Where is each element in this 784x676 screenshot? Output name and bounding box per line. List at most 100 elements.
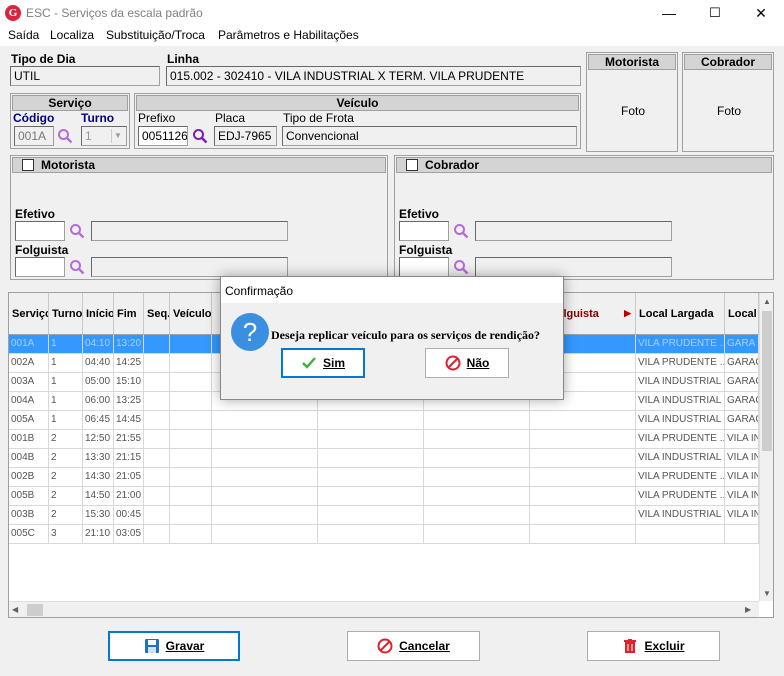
motorista-checkbox[interactable] <box>22 159 34 171</box>
table-cell: 04:10 <box>83 335 114 354</box>
table-cell <box>424 487 530 506</box>
cobrador-efetivo-label: Efetivo <box>399 207 440 221</box>
frota-field[interactable]: Convencional <box>282 126 577 146</box>
table-cell <box>170 525 212 544</box>
grid-header-5[interactable]: Veículo <box>170 293 212 335</box>
maximize-button[interactable]: ☐ <box>692 0 738 26</box>
cobrador-folguista-field[interactable] <box>399 257 449 277</box>
table-cell <box>144 354 170 373</box>
table-cell: GARAG <box>725 354 759 373</box>
grid-header-11[interactable]: Local <box>725 293 759 335</box>
motorista-foto: Foto <box>621 104 646 118</box>
scroll-right-icon[interactable]: ▶ <box>745 605 751 614</box>
placa-field[interactable]: EDJ-7965 <box>214 126 277 146</box>
grid-header-4[interactable]: Seq. <box>144 293 170 335</box>
table-cell <box>170 411 212 430</box>
gravar-button[interactable]: Gravar <box>108 631 240 661</box>
prefixo-field[interactable]: 0051126 <box>138 126 188 146</box>
table-cell <box>318 487 424 506</box>
table-cell: VILA INDUSTRIAL <box>636 373 725 392</box>
prefixo-search-icon[interactable] <box>192 128 208 144</box>
table-row[interactable]: 005A106:4514:45 VILA INDUSTRIALGARAG <box>9 411 759 430</box>
menu-localiza[interactable]: Localiza <box>50 28 94 42</box>
table-cell <box>170 373 212 392</box>
table-cell <box>144 506 170 525</box>
table-cell: 14:30 <box>83 468 114 487</box>
cobrador-efetivo-search-icon[interactable] <box>453 223 469 239</box>
table-cell: 2 <box>49 468 83 487</box>
table-cell: 15:10 <box>114 373 144 392</box>
menu-substituicao-troca[interactable]: Substituição/Troca <box>106 28 205 42</box>
grid-header-2[interactable]: Início <box>83 293 114 335</box>
cobrador-folguista-search-icon[interactable] <box>453 259 469 275</box>
table-cell: 001B <box>9 430 49 449</box>
table-cell <box>144 449 170 468</box>
motorista-folguista-field[interactable] <box>15 257 65 277</box>
excluir-button[interactable]: Excluir <box>587 631 720 661</box>
minimize-button[interactable]: — <box>646 0 692 26</box>
table-cell: GARAG <box>725 392 759 411</box>
table-cell: 21:15 <box>114 449 144 468</box>
linha-field[interactable]: 015.002 - 302410 - VILA INDUSTRIAL X TER… <box>166 66 581 86</box>
sim-button[interactable]: Sim <box>281 348 365 378</box>
motorista-efetivo-field[interactable] <box>15 221 65 241</box>
grid-header-3[interactable]: Fim <box>114 293 144 335</box>
table-cell <box>318 449 424 468</box>
cancelar-button[interactable]: Cancelar <box>347 631 480 661</box>
app-logo-icon: G <box>5 5 21 21</box>
scrollbar-thumb[interactable] <box>762 311 772 451</box>
cobrador-checkbox[interactable] <box>406 159 418 171</box>
table-row[interactable]: 005B 2 14:50 21:00 VILA PRUDENTE ... VILA IN <box>9 487 759 506</box>
menu-parametros-habilitacoes[interactable]: Parâmetros e Habilitações <box>218 28 359 42</box>
servico-title: Serviço <box>12 95 128 111</box>
horizontal-scrollbar[interactable]: ◀ ▶ <box>9 601 759 617</box>
table-cell: 13:30 <box>83 449 114 468</box>
table-cell <box>212 430 318 449</box>
table-cell: VILA IN <box>725 487 759 506</box>
cobrador-efetivo-field[interactable] <box>399 221 449 241</box>
table-cell: 1 <box>49 335 83 354</box>
cancelar-label: Cancelar <box>399 639 450 653</box>
table-row[interactable]: 005C 3 21:10 03:05 <box>9 525 759 544</box>
table-cell: 002A <box>9 354 49 373</box>
table-cell: 005B <box>9 487 49 506</box>
table-cell: 14:50 <box>83 487 114 506</box>
table-cell <box>318 411 424 430</box>
table-row[interactable]: 003B 2 15:30 00:45 VILA INDUSTRIAL VILA IN <box>9 506 759 525</box>
tipo-dia-field[interactable]: UTIL <box>10 66 160 86</box>
table-cell: 14:25 <box>114 354 144 373</box>
grid-header-10[interactable]: Local Largada <box>636 293 725 335</box>
table-cell: 21:05 <box>114 468 144 487</box>
codigo-field[interactable]: 001A <box>14 126 54 146</box>
table-cell: 1 <box>49 373 83 392</box>
table-cell: 14:45 <box>114 411 144 430</box>
table-cell: 04:40 <box>83 354 114 373</box>
table-cell: VILA PRUDENTE ... <box>636 468 725 487</box>
table-row[interactable]: 001B 2 12:50 21:55 VILA PRUDENTE ... VILA IN <box>9 430 759 449</box>
scroll-up-icon[interactable]: ▲ <box>763 297 771 306</box>
motorista-efetivo-search-icon[interactable] <box>69 223 85 239</box>
motorista-folguista-search-icon[interactable] <box>69 259 85 275</box>
scroll-left-icon[interactable]: ◀ <box>12 605 18 614</box>
table-cell: VILA INDUSTRIAL <box>636 392 725 411</box>
grid-header-1[interactable]: Turno <box>49 293 83 335</box>
turno-select[interactable]: 1 ▼ <box>81 126 127 146</box>
table-cell <box>144 411 170 430</box>
table-row[interactable]: 002B 2 14:30 21:05 VILA PRUDENTE ... VILA IN <box>9 468 759 487</box>
grid-header-0[interactable]: Serviço <box>9 293 49 335</box>
table-cell <box>170 506 212 525</box>
table-cell: 1 <box>49 392 83 411</box>
codigo-search-icon[interactable] <box>57 128 73 144</box>
close-button[interactable]: ✕ <box>738 0 784 26</box>
motorista-group-title: Motorista <box>12 157 386 173</box>
nao-button[interactable]: Não <box>425 348 509 378</box>
vertical-scrollbar[interactable]: ▲ ▼ <box>759 293 773 601</box>
table-cell: 3 <box>49 525 83 544</box>
menu-saida[interactable]: Saída <box>8 28 39 42</box>
table-cell: 00:45 <box>114 506 144 525</box>
scroll-down-icon[interactable]: ▼ <box>763 589 771 598</box>
table-cell: 2 <box>49 487 83 506</box>
hscrollbar-thumb[interactable] <box>27 604 43 616</box>
table-row[interactable]: 004B 2 13:30 21:15 VILA INDUSTRIAL VILA IN <box>9 449 759 468</box>
confirmation-dialog: Confirmação ? Deseja replicar veículo pa… <box>220 276 564 400</box>
